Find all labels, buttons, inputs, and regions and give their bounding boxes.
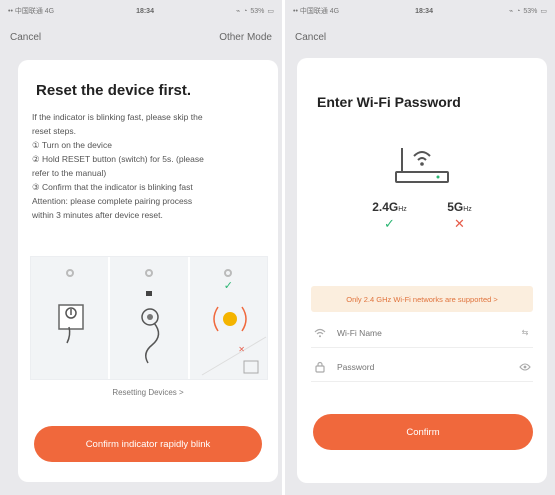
band-2-4ghz: 2.4GHz ✓ [372, 200, 407, 232]
status-bar: •• 中国联通 4G 18:34 ⌁ ◔ 53% ▭ [0, 0, 282, 22]
other-mode-button[interactable]: Other Mode [219, 32, 272, 43]
band-5ghz: 5GHz ✕ [447, 200, 472, 232]
battery-icon: ▭ [267, 8, 274, 15]
wifi-name-field: ⇆ [311, 318, 533, 348]
wifi-signal-icon: ◔ [516, 7, 521, 15]
status-time: 18:34 [415, 7, 433, 15]
error-icon: ✕ [238, 345, 245, 354]
reset-device-screen: •• 中国联通 4G 18:34 ⌁ ◔ 53% ▭ Cancel Other … [0, 0, 282, 495]
band-label: 2.4G [372, 200, 399, 214]
page-title: Reset the device first. [36, 82, 192, 99]
wifi-card: Enter Wi-Fi Password 2.4GHz ✓ 5GHz ✕ Onl… [297, 58, 547, 483]
blinking-light-icon [201, 306, 266, 376]
reset-illustration: ✓ ✕ [30, 256, 268, 380]
instruction-line: within 3 minutes after device reset. [32, 210, 163, 220]
bluetooth-icon: ⌁ [235, 8, 241, 15]
page-title: Enter Wi-Fi Password [317, 94, 461, 110]
carrier-label: •• 中国联通 4G [293, 8, 340, 15]
lock-icon [311, 361, 329, 373]
instruction-line: Attention: please complete pairing proce… [32, 196, 193, 206]
carrier-label: •• 中国联通 4G [8, 8, 55, 15]
battery-percent: 53% [523, 7, 538, 15]
password-input[interactable] [337, 361, 517, 372]
instruction-line: ③ Confirm that the indicator is blinking… [32, 182, 193, 192]
instruction-line: If the indicator is blinking fast, pleas… [32, 112, 203, 122]
cancel-button[interactable]: Cancel [295, 32, 326, 43]
instruction-line: ① Turn on the device [32, 140, 112, 150]
frequency-bands: 2.4GHz ✓ 5GHz ✕ [352, 200, 492, 232]
illustration-power-on [31, 257, 111, 379]
reset-card: Reset the device first. If the indicator… [18, 60, 278, 482]
wifi-name-input[interactable] [337, 327, 517, 338]
check-icon: ✓ [384, 216, 395, 231]
router-icon [395, 148, 449, 183]
confirm-blink-button[interactable]: Confirm indicator rapidly blink [34, 426, 262, 462]
band-unit: Hz [398, 206, 407, 213]
nav-bar: Cancel Other Mode [0, 22, 282, 52]
nav-bar: Cancel [285, 22, 555, 52]
power-plug-icon [58, 304, 84, 344]
close-icon: ✕ [454, 216, 465, 231]
instruction-line: refer to the manual) [32, 168, 107, 178]
battery-icon: ▭ [540, 8, 547, 15]
reset-instructions: If the indicator is blinking fast, pleas… [32, 110, 268, 222]
wifi-signal-icon: ◔ [243, 7, 248, 15]
password-field [311, 352, 533, 382]
bluetooth-icon: ⌁ [508, 8, 514, 15]
wifi-password-screen: •• 中国联通 4G 18:34 ⌁ ◔ 53% ▭ Cancel Enter … [285, 0, 555, 495]
eye-icon[interactable] [517, 362, 533, 371]
wifi-support-notice[interactable]: Only 2.4 GHz Wi-Fi networks are supporte… [311, 286, 533, 312]
wifi-icon [311, 328, 329, 338]
instruction-line: reset steps. [32, 126, 76, 136]
cancel-button[interactable]: Cancel [10, 32, 41, 43]
battery-percent: 53% [250, 7, 265, 15]
confirm-button[interactable]: Confirm [313, 414, 533, 450]
reset-pin-icon [141, 291, 160, 364]
illustration-fast-blink: ✓ ✕ [190, 257, 267, 379]
band-label: 5G [447, 200, 464, 214]
resetting-devices-link[interactable]: Resetting Devices > [18, 388, 278, 397]
instruction-line: ② Hold RESET button (switch) for 5s. (pl… [32, 154, 204, 164]
illustration-hold-reset [110, 257, 190, 379]
band-unit: Hz [463, 206, 472, 213]
status-time: 18:34 [136, 7, 154, 15]
switch-network-icon[interactable]: ⇆ [517, 328, 533, 337]
status-bar: •• 中国联通 4G 18:34 ⌁ ◔ 53% ▭ [285, 0, 555, 22]
